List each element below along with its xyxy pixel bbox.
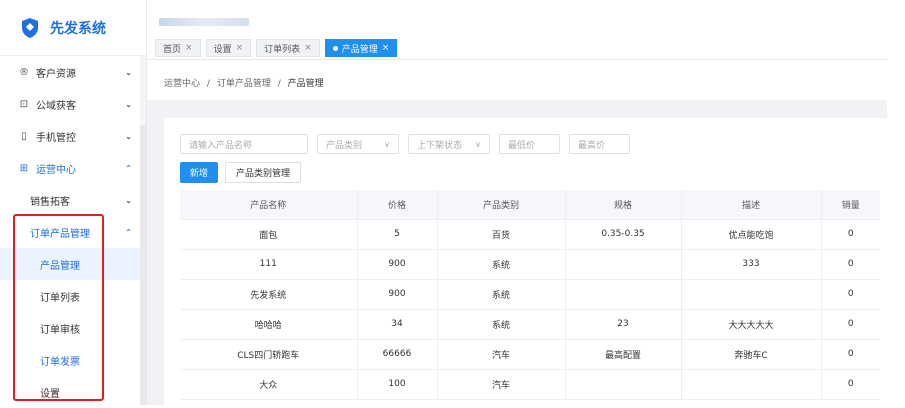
top-bar: 首页 × 设置 × 订单列表 × 产品管理 × xyxy=(147,0,905,60)
app-title: 先发系统 xyxy=(50,20,106,37)
shield-logo-icon xyxy=(20,16,40,40)
sidebar-item-phone-control[interactable]: ▯ 手机管控 ⌄ xyxy=(0,120,146,152)
cell-product-name: 面包 xyxy=(180,219,358,250)
sidebar-item-sales-expansion[interactable]: 销售拓客 ⌄ xyxy=(0,184,146,216)
table-row[interactable]: 哈哈哈 34 系统 23 大大大大大 0 xyxy=(180,309,880,340)
cell-sales: 0 xyxy=(821,369,880,400)
cell-description: 优点能吃饱 xyxy=(681,219,822,250)
header-category: 产品类别 xyxy=(437,190,566,220)
active-dot-icon xyxy=(332,45,338,51)
cell-category: 汽车 xyxy=(437,339,566,370)
table-row[interactable]: CLS四门轿跑车 66666 汽车 最高配置 奔驰车C 0 xyxy=(180,339,880,370)
logo: 先发系统 xyxy=(0,0,146,56)
cell-sales: 0 xyxy=(821,339,880,370)
cell-price: 34 xyxy=(357,309,438,340)
chevron-down-icon: ⌄ xyxy=(125,67,132,77)
cell-spec: 最高配置 xyxy=(565,339,682,370)
table-row[interactable]: 面包 5 百货 0.35-0.35 优点能吃饱 0 xyxy=(180,219,880,250)
page-scroll-gutter xyxy=(887,0,905,405)
header-spec: 规格 xyxy=(565,190,682,220)
sidebar-item-operations-center[interactable]: ⊞ 运营中心 ⌃ xyxy=(0,152,146,184)
cell-sales: 0 xyxy=(821,309,880,340)
close-icon[interactable]: × xyxy=(382,43,390,53)
category-select[interactable]: 产品类别 ∨ xyxy=(317,134,399,154)
cell-description xyxy=(681,369,822,400)
breadcrumb-order-product-management[interactable]: 订单产品管理 xyxy=(217,79,271,89)
action-buttons: 新增 产品类别管理 xyxy=(180,162,302,183)
chevron-down-icon: ⌄ xyxy=(125,99,132,109)
tab-home[interactable]: 首页 × xyxy=(155,39,201,57)
cell-product-name: 大众 xyxy=(180,369,358,400)
sidebar-item-customer-resources[interactable]: ® 客户资源 ⌄ xyxy=(0,56,146,88)
cell-product-name: 111 xyxy=(180,249,358,280)
cell-spec xyxy=(565,249,682,280)
table-row[interactable]: 大众 100 汽车 0 xyxy=(180,369,880,400)
cell-spec: 0.35-0.35 xyxy=(565,219,682,250)
close-icon[interactable]: × xyxy=(304,43,312,53)
cell-description: 奔驰车C xyxy=(681,339,822,370)
sidebar-item-public-acquisition[interactable]: ⊡ 公域获客 ⌄ xyxy=(0,88,146,120)
sidebar-scrollbar[interactable] xyxy=(140,125,146,405)
add-button[interactable]: 新增 xyxy=(180,162,219,183)
cell-sales: 0 xyxy=(821,249,880,280)
filter-bar: 请输入产品名称 产品类别 ∨ 上下架状态 ∨ 最低价 最高价 xyxy=(180,134,630,154)
close-icon[interactable]: × xyxy=(185,43,193,53)
cell-category: 系统 xyxy=(437,249,566,280)
cell-description: 333 xyxy=(681,249,822,280)
breadcrumb: 运营中心 / 订单产品管理 / 产品管理 xyxy=(164,79,324,89)
phone-icon: ▯ xyxy=(21,130,27,142)
status-select[interactable]: 上下架状态 ∨ xyxy=(408,134,490,154)
chevron-down-icon: ∨ xyxy=(384,139,390,149)
cell-sales: 0 xyxy=(821,219,880,250)
registered-icon: ® xyxy=(19,66,29,78)
highlight-annotation-box xyxy=(13,214,104,401)
tab-product-management[interactable]: 产品管理 × xyxy=(324,39,398,57)
cell-category: 百货 xyxy=(437,219,566,250)
cell-product-name: 先发系统 xyxy=(180,279,358,310)
page-tabs: 首页 × 设置 × 订单列表 × 产品管理 × xyxy=(155,39,398,57)
cell-category: 汽车 xyxy=(437,369,566,400)
table-row[interactable]: 先发系统 900 系统 0 xyxy=(180,279,880,310)
tab-settings[interactable]: 设置 × xyxy=(205,39,252,57)
cell-price: 900 xyxy=(357,279,438,310)
cell-spec xyxy=(565,369,682,400)
chevron-down-icon: ∨ xyxy=(475,139,481,149)
cell-price: 100 xyxy=(357,369,438,400)
chevron-down-icon: ⌄ xyxy=(125,195,132,205)
table-row[interactable]: 111 900 系统 333 0 xyxy=(180,249,880,280)
breadcrumb-current: 产品管理 xyxy=(287,79,324,89)
cell-category: 系统 xyxy=(437,309,566,340)
grid-icon: ⊞ xyxy=(19,162,29,174)
header-product-name: 产品名称 xyxy=(180,190,358,220)
header-sales: 销量 xyxy=(821,190,880,220)
close-icon[interactable]: × xyxy=(236,43,244,53)
blurred-header-text xyxy=(159,18,249,26)
header-description: 描述 xyxy=(681,190,822,220)
cell-price: 66666 xyxy=(357,339,438,370)
table-header-row: 产品名称 价格 产品类别 规格 描述 销量 xyxy=(180,190,880,220)
product-table: 产品名称 价格 产品类别 规格 描述 销量 面包 5 百货 0.35-0.35 优点能吃… xyxy=(180,190,880,400)
cell-category: 系统 xyxy=(437,279,566,310)
max-price-input[interactable]: 最高价 xyxy=(569,134,630,154)
product-name-input[interactable]: 请输入产品名称 xyxy=(180,134,308,154)
cell-product-name: CLS四门轿跑车 xyxy=(180,339,358,370)
breadcrumb-operations-center[interactable]: 运营中心 xyxy=(164,79,200,89)
tab-order-list[interactable]: 订单列表 × xyxy=(256,39,320,57)
min-price-input[interactable]: 最低价 xyxy=(499,134,560,154)
chevron-down-icon: ⌄ xyxy=(125,131,132,141)
cell-price: 5 xyxy=(357,219,438,250)
cell-product-name: 哈哈哈 xyxy=(180,309,358,340)
cell-price: 900 xyxy=(357,249,438,280)
square-icon: ⊡ xyxy=(19,98,29,110)
cell-sales: 0 xyxy=(821,279,880,310)
cell-description: 大大大大大 xyxy=(681,309,822,340)
cell-description xyxy=(681,279,822,310)
category-manage-button[interactable]: 产品类别管理 xyxy=(225,162,302,183)
cell-spec xyxy=(565,279,682,310)
chevron-up-icon: ⌃ xyxy=(125,163,132,173)
cell-spec: 23 xyxy=(565,309,682,340)
chevron-up-icon: ⌃ xyxy=(125,227,132,237)
header-price: 价格 xyxy=(357,190,438,220)
